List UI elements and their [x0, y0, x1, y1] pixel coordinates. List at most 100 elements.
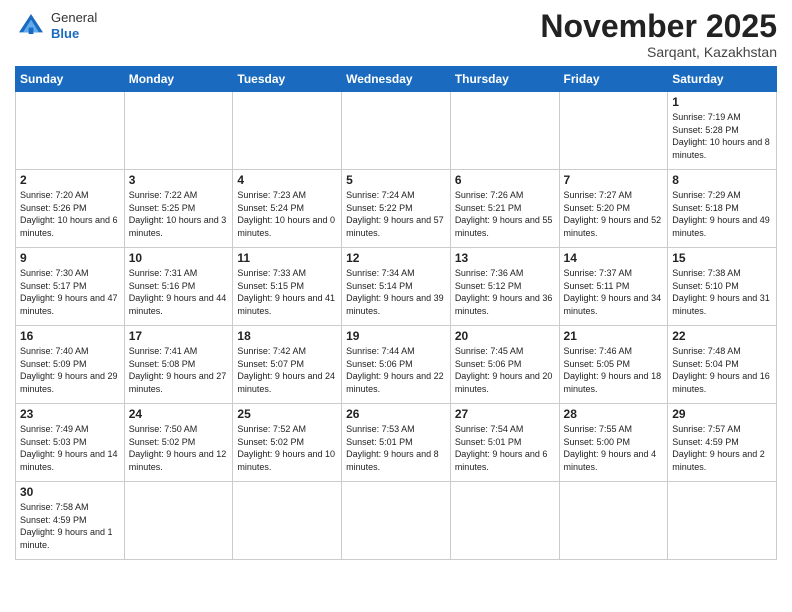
calendar-week-row: 1 Sunrise: 7:19 AM Sunset: 5:28 PM Daylig… [16, 92, 777, 170]
day-number: 18 [237, 329, 337, 343]
day-info: Sunrise: 7:58 AM Sunset: 4:59 PM Dayligh… [20, 501, 120, 551]
calendar-day-cell: 24Sunrise: 7:50 AM Sunset: 5:02 PM Dayli… [124, 404, 233, 482]
calendar-day-cell [233, 482, 342, 560]
day-info: Sunrise: 7:31 AM Sunset: 5:16 PM Dayligh… [129, 267, 229, 317]
calendar-day-cell: 17 Sunrise: 7:41 AM Sunset: 5:08 PM Dayli… [124, 326, 233, 404]
weekday-header: Monday [124, 67, 233, 92]
location: Sarqant, Kazakhstan [540, 44, 777, 60]
calendar-day-cell: 21Sunrise: 7:46 AM Sunset: 5:05 PM Dayli… [559, 326, 668, 404]
calendar-week-row: 16Sunrise: 7:40 AM Sunset: 5:09 PM Dayli… [16, 326, 777, 404]
day-info: Sunrise: 7:44 AM Sunset: 5:06 PM Dayligh… [346, 345, 446, 395]
calendar-week-row: 2Sunrise: 7:20 AM Sunset: 5:26 PM Daylig… [16, 170, 777, 248]
day-info: Sunrise: 7:42 AM Sunset: 5:07 PM Dayligh… [237, 345, 337, 395]
calendar-day-cell [450, 482, 559, 560]
calendar-day-cell: 12Sunrise: 7:34 AM Sunset: 5:14 PM Dayli… [342, 248, 451, 326]
calendar-day-cell: 4Sunrise: 7:23 AM Sunset: 5:24 PM Daylig… [233, 170, 342, 248]
day-info: Sunrise: 7:54 AM Sunset: 5:01 PM Dayligh… [455, 423, 555, 473]
logo-text: General Blue [51, 10, 97, 41]
calendar-day-cell [124, 482, 233, 560]
calendar-day-cell: 26 Sunrise: 7:53 AM Sunset: 5:01 PM Dayli… [342, 404, 451, 482]
calendar-day-cell: 22Sunrise: 7:48 AM Sunset: 5:04 PM Dayli… [668, 326, 777, 404]
day-info: Sunrise: 7:55 AM Sunset: 5:00 PM Dayligh… [564, 423, 664, 473]
day-info: Sunrise: 7:27 AM Sunset: 5:20 PM Dayligh… [564, 189, 664, 239]
calendar-day-cell [668, 482, 777, 560]
logo-blue: Blue [51, 26, 97, 42]
calendar-week-row: 9Sunrise: 7:30 AM Sunset: 5:17 PM Daylig… [16, 248, 777, 326]
calendar-week-row: 23Sunrise: 7:49 AM Sunset: 5:03 PM Dayli… [16, 404, 777, 482]
day-info: Sunrise: 7:19 AM Sunset: 5:28 PM Dayligh… [672, 111, 772, 161]
day-number: 12 [346, 251, 446, 265]
calendar-day-cell: 1 Sunrise: 7:19 AM Sunset: 5:28 PM Daylig… [668, 92, 777, 170]
logo-general: General [51, 10, 97, 26]
day-info: Sunrise: 7:53 AM Sunset: 5:01 PM Dayligh… [346, 423, 446, 473]
weekday-header: Wednesday [342, 67, 451, 92]
day-info: Sunrise: 7:29 AM Sunset: 5:18 PM Dayligh… [672, 189, 772, 239]
calendar-day-cell: 11Sunrise: 7:33 AM Sunset: 5:15 PM Dayli… [233, 248, 342, 326]
calendar-day-cell [342, 92, 451, 170]
calendar-page: General Blue November 2025 Sarqant, Kaza… [0, 0, 792, 612]
day-info: Sunrise: 7:38 AM Sunset: 5:10 PM Dayligh… [672, 267, 772, 317]
day-number: 27 [455, 407, 555, 421]
day-number: 2 [20, 173, 120, 187]
calendar-table: SundayMondayTuesdayWednesdayThursdayFrid… [15, 66, 777, 560]
logo: General Blue [15, 10, 97, 42]
calendar-day-cell [124, 92, 233, 170]
calendar-day-cell: 9Sunrise: 7:30 AM Sunset: 5:17 PM Daylig… [16, 248, 125, 326]
month-title: November 2025 [540, 10, 777, 42]
day-info: Sunrise: 7:36 AM Sunset: 5:12 PM Dayligh… [455, 267, 555, 317]
calendar-day-cell: 3 Sunrise: 7:22 AM Sunset: 5:25 PM Daylig… [124, 170, 233, 248]
calendar-day-cell: 27 Sunrise: 7:54 AM Sunset: 5:01 PM Dayli… [450, 404, 559, 482]
day-number: 28 [564, 407, 664, 421]
day-number: 11 [237, 251, 337, 265]
day-info: Sunrise: 7:37 AM Sunset: 5:11 PM Dayligh… [564, 267, 664, 317]
calendar-day-cell [559, 482, 668, 560]
day-number: 30 [20, 485, 120, 499]
calendar-day-cell: 16Sunrise: 7:40 AM Sunset: 5:09 PM Dayli… [16, 326, 125, 404]
calendar-day-cell: 8 Sunrise: 7:29 AM Sunset: 5:18 PM Daylig… [668, 170, 777, 248]
day-number: 14 [564, 251, 664, 265]
day-info: Sunrise: 7:50 AM Sunset: 5:02 PM Dayligh… [129, 423, 229, 473]
calendar-day-cell: 23Sunrise: 7:49 AM Sunset: 5:03 PM Dayli… [16, 404, 125, 482]
calendar-day-cell: 14 Sunrise: 7:37 AM Sunset: 5:11 PM Dayli… [559, 248, 668, 326]
calendar-day-cell: 25 Sunrise: 7:52 AM Sunset: 5:02 PM Dayli… [233, 404, 342, 482]
calendar-day-cell: 20 Sunrise: 7:45 AM Sunset: 5:06 PM Dayli… [450, 326, 559, 404]
calendar-day-cell: 5Sunrise: 7:24 AM Sunset: 5:22 PM Daylig… [342, 170, 451, 248]
calendar-day-cell: 15Sunrise: 7:38 AM Sunset: 5:10 PM Dayli… [668, 248, 777, 326]
calendar-day-cell: 19Sunrise: 7:44 AM Sunset: 5:06 PM Dayli… [342, 326, 451, 404]
day-number: 17 [129, 329, 229, 343]
calendar-day-cell: 28 Sunrise: 7:55 AM Sunset: 5:00 PM Dayli… [559, 404, 668, 482]
day-info: Sunrise: 7:52 AM Sunset: 5:02 PM Dayligh… [237, 423, 337, 473]
day-number: 3 [129, 173, 229, 187]
calendar-day-cell: 30 Sunrise: 7:58 AM Sunset: 4:59 PM Dayli… [16, 482, 125, 560]
day-number: 16 [20, 329, 120, 343]
day-number: 20 [455, 329, 555, 343]
day-info: Sunrise: 7:45 AM Sunset: 5:06 PM Dayligh… [455, 345, 555, 395]
weekday-header-row: SundayMondayTuesdayWednesdayThursdayFrid… [16, 67, 777, 92]
day-info: Sunrise: 7:41 AM Sunset: 5:08 PM Dayligh… [129, 345, 229, 395]
day-number: 10 [129, 251, 229, 265]
logo-icon [15, 10, 47, 42]
calendar-day-cell [450, 92, 559, 170]
calendar-day-cell: 10 Sunrise: 7:31 AM Sunset: 5:16 PM Dayli… [124, 248, 233, 326]
weekday-header: Tuesday [233, 67, 342, 92]
calendar-day-cell: 13 Sunrise: 7:36 AM Sunset: 5:12 PM Dayli… [450, 248, 559, 326]
weekday-header: Sunday [16, 67, 125, 92]
day-number: 21 [564, 329, 664, 343]
calendar-day-cell [559, 92, 668, 170]
day-number: 13 [455, 251, 555, 265]
page-header: General Blue November 2025 Sarqant, Kaza… [15, 10, 777, 60]
title-block: November 2025 Sarqant, Kazakhstan [540, 10, 777, 60]
calendar-week-row: 30 Sunrise: 7:58 AM Sunset: 4:59 PM Dayli… [16, 482, 777, 560]
day-info: Sunrise: 7:22 AM Sunset: 5:25 PM Dayligh… [129, 189, 229, 239]
day-number: 29 [672, 407, 772, 421]
calendar-day-cell: 2Sunrise: 7:20 AM Sunset: 5:26 PM Daylig… [16, 170, 125, 248]
day-number: 9 [20, 251, 120, 265]
calendar-body: 1 Sunrise: 7:19 AM Sunset: 5:28 PM Daylig… [16, 92, 777, 560]
day-number: 5 [346, 173, 446, 187]
day-number: 25 [237, 407, 337, 421]
day-number: 8 [672, 173, 772, 187]
day-number: 26 [346, 407, 446, 421]
day-info: Sunrise: 7:26 AM Sunset: 5:21 PM Dayligh… [455, 189, 555, 239]
weekday-header: Friday [559, 67, 668, 92]
day-number: 1 [672, 95, 772, 109]
